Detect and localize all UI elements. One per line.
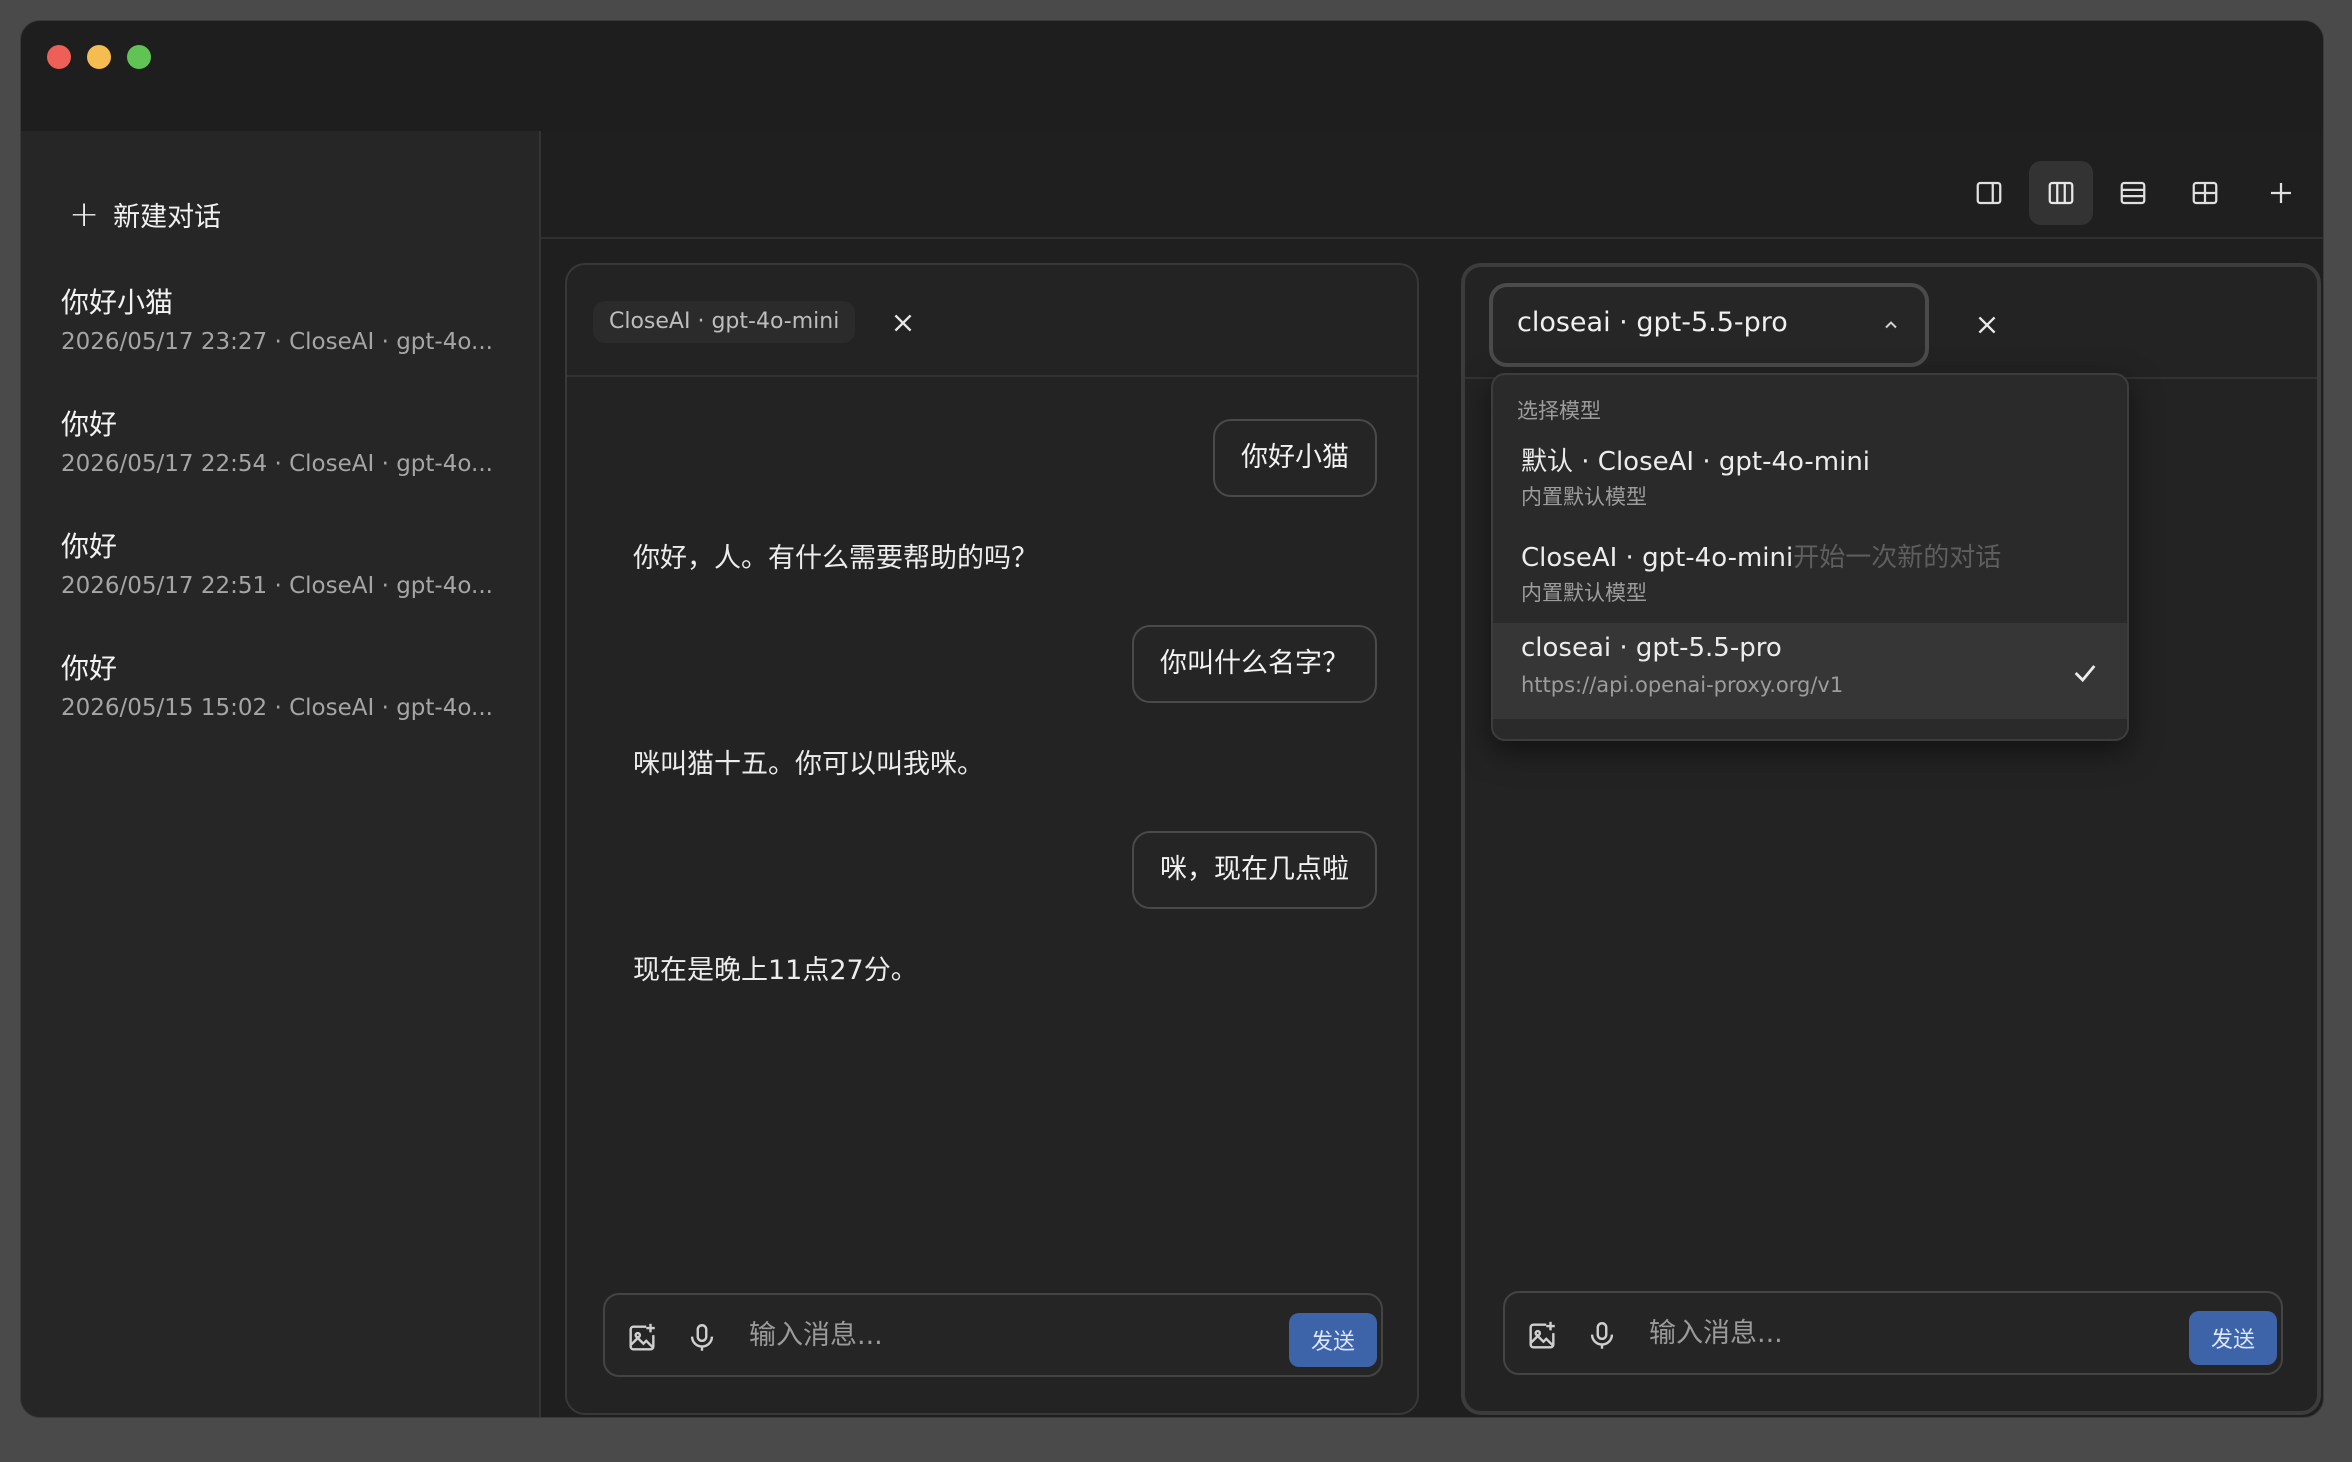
dropdown-header: 选择模型 [1517,399,1601,423]
assistant-message: 现在是晚上11点27分。 [633,955,918,986]
model-option-hint: 开始一次新的对话 [1793,543,2002,573]
selected-model-label: closeai · gpt-5.5-pro [1517,307,1788,338]
conversation-title: 你好 [61,530,118,563]
user-message: 你好小猫 [1213,419,1377,497]
send-button[interactable]: 发送 [2189,1311,2277,1365]
add-panel-button[interactable] [2249,161,2313,225]
model-option-title: closeai · gpt-5.5-pro [1521,633,1782,663]
close-window-button[interactable] [47,45,71,69]
rows-icon [2120,181,2146,205]
message-input[interactable] [749,1313,1269,1357]
main-area: CloseAI · gpt-4o-mini 你好小猫 你好，人。有什么需要帮助的… [541,131,2323,1417]
grid-icon [2192,181,2218,205]
conversation-title: 你好小猫 [61,286,174,319]
zoom-window-button[interactable] [127,45,151,69]
panel-header: CloseAI · gpt-4o-mini [567,265,1417,377]
model-option-selected[interactable]: closeai · gpt-5.5-pro https://api.openai… [1493,623,2127,719]
conversation-meta: 2026/05/17 23:27 · CloseAI · gpt-4o... [61,329,493,355]
conversation-item[interactable]: 你好 2026/05/17 22:54 · CloseAI · gpt-4o..… [61,403,521,525]
close-panel-button[interactable] [883,303,923,343]
model-selector[interactable]: CloseAI · gpt-4o-mini [593,301,856,343]
close-icon [894,314,912,332]
two-column-icon [2048,181,2074,205]
chevron-up-icon [1885,321,1897,329]
microphone-icon [1590,1322,1614,1349]
microphone-icon [690,1324,714,1351]
model-option[interactable]: CloseAI · gpt-4o-mini开始一次新的对话 内置默认模型 [1493,527,2127,623]
chat-panel-right: closeai · gpt-5.5-pro 选择模型 默认 · CloseAI … [1461,263,2321,1415]
toolbar-divider [541,237,2323,239]
two-column-layout-button[interactable] [2029,161,2093,225]
conversation-meta: 2026/05/17 22:54 · CloseAI · gpt-4o... [61,451,493,477]
model-option-subtitle: https://api.openai-proxy.org/v1 [1521,673,1844,697]
voice-input-button[interactable] [685,1321,719,1355]
model-option-subtitle: 内置默认模型 [1521,581,1647,605]
model-option[interactable]: 默认 · CloseAI · gpt-4o-mini 内置默认模型 [1493,431,2127,527]
chat-panel-left: CloseAI · gpt-4o-mini 你好小猫 你好，人。有什么需要帮助的… [565,263,1419,1415]
user-message: 咪，现在几点啦 [1132,831,1377,909]
send-button[interactable]: 发送 [1289,1313,1377,1367]
image-upload-button[interactable] [1525,1319,1559,1353]
sidebar: + 新建对话 你好小猫 2026/05/17 23:27 · CloseAI ·… [21,131,541,1417]
conversation-item[interactable]: 你好 2026/05/15 15:02 · CloseAI · gpt-4o..… [61,647,521,769]
model-option-subtitle: 内置默认模型 [1521,485,1647,509]
conversation-list: 你好小猫 2026/05/17 23:27 · CloseAI · gpt-4o… [61,281,521,769]
conversation-item[interactable]: 你好 2026/05/17 22:51 · CloseAI · gpt-4o..… [61,525,521,647]
message-composer: 发送 [1503,1291,2283,1375]
model-option-title: 默认 · CloseAI · gpt-4o-mini [1521,447,1871,477]
conversation-meta: 2026/05/17 22:51 · CloseAI · gpt-4o... [61,573,493,599]
panel-header: closeai · gpt-5.5-pro [1465,267,2317,379]
voice-input-button[interactable] [1585,1319,1619,1353]
assistant-message: 咪叫猫十五。你可以叫我咪。 [633,749,984,780]
single-panel-layout-button[interactable] [1957,161,2021,225]
message-input[interactable] [1649,1311,2169,1355]
new-chat-button[interactable]: + 新建对话 [69,195,221,234]
model-dropdown: 选择模型 默认 · CloseAI · gpt-4o-mini 内置默认模型 C… [1491,373,2129,741]
new-chat-label: 新建对话 [113,202,222,233]
conversation-meta: 2026/05/15 15:02 · CloseAI · gpt-4o... [61,695,493,721]
message-composer: 发送 [603,1293,1383,1377]
image-add-icon [1529,1321,1555,1349]
model-option-title: CloseAI · gpt-4o-mini开始一次新的对话 [1521,543,2002,573]
conversation-title: 你好 [61,652,118,685]
minimize-window-button[interactable] [87,45,111,69]
close-panel-button[interactable] [1967,305,2007,345]
image-upload-button[interactable] [625,1321,659,1355]
app-window: + 新建对话 你好小猫 2026/05/17 23:27 · CloseAI ·… [20,20,2324,1418]
plus-icon: + [69,193,100,235]
assistant-message: 你好，人。有什么需要帮助的吗？ [633,543,1038,574]
single-panel-icon [1976,181,2002,205]
model-select[interactable]: closeai · gpt-5.5-pro [1489,283,1929,367]
conversation-item[interactable]: 你好小猫 2026/05/17 23:27 · CloseAI · gpt-4o… [61,281,521,403]
add-icon [2271,183,2291,203]
user-message: 你叫什么名字？ [1132,625,1377,703]
grid-layout-button[interactable] [2173,161,2237,225]
conversation-title: 你好 [61,408,118,441]
checkmark-icon [2074,665,2096,683]
close-icon [1978,316,1996,334]
image-add-icon [629,1323,655,1351]
rows-layout-button[interactable] [2101,161,2165,225]
title-bar [21,21,2323,131]
